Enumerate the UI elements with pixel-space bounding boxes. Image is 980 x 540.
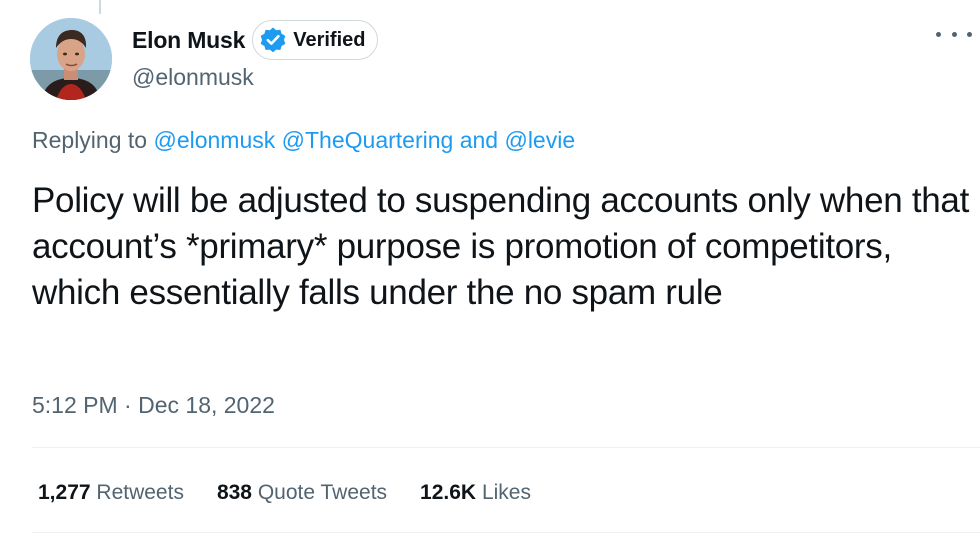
quote-tweets-label: Quote Tweets xyxy=(257,481,388,504)
more-dot xyxy=(936,31,941,37)
author-handle[interactable]: @elonmusk xyxy=(132,64,254,91)
tweet-timestamp: 5:12 PM · Dec 18, 2022 xyxy=(32,392,275,419)
mention-link[interactable]: @levie xyxy=(504,127,575,153)
verified-badge[interactable]: Verified xyxy=(252,20,379,60)
tweet-date[interactable]: Dec 18, 2022 xyxy=(138,392,275,418)
verified-badge-icon xyxy=(260,27,286,53)
divider xyxy=(32,447,980,448)
avatar[interactable] xyxy=(30,18,112,100)
retweets-label: Retweets xyxy=(96,481,184,504)
mention-link[interactable]: @TheQuartering xyxy=(282,127,454,153)
tweet-text: Policy will be adjusted to suspending ac… xyxy=(32,181,970,312)
likes-stat[interactable]: 12.6K Likes xyxy=(420,481,531,505)
timestamp-separator: · xyxy=(124,392,132,418)
author-name-row: Elon Musk Verified xyxy=(132,19,379,61)
replying-to-line: Replying to @elonmusk @TheQuartering and… xyxy=(32,127,575,154)
more-options-icon[interactable] xyxy=(936,22,972,46)
replying-prefix: Replying to xyxy=(32,127,148,153)
engagement-stats: 1,277 Retweets 838 Quote Tweets 12.6K Li… xyxy=(38,481,564,505)
retweets-stat[interactable]: 1,277 Retweets xyxy=(38,481,184,505)
tweet-time[interactable]: 5:12 PM xyxy=(32,392,118,418)
quote-tweets-count: 838 xyxy=(216,481,252,504)
thread-connector-line xyxy=(99,0,101,14)
mention-link[interactable]: @elonmusk xyxy=(153,127,275,153)
retweets-count: 1,277 xyxy=(38,481,91,504)
more-dot xyxy=(967,31,972,37)
author-display-name[interactable]: Elon Musk xyxy=(132,27,245,54)
avatar-image xyxy=(30,18,112,100)
mention-conjunction[interactable]: and xyxy=(460,127,498,153)
more-dot xyxy=(951,31,957,37)
likes-count: 12.6K xyxy=(420,481,477,504)
divider xyxy=(32,532,980,533)
quote-tweets-stat[interactable]: 838 Quote Tweets xyxy=(217,481,387,505)
tweet-card: Elon Musk Verified @elonmusk Replying to… xyxy=(0,0,980,540)
likes-label: Likes xyxy=(481,481,531,504)
verified-label: Verified xyxy=(293,28,366,51)
